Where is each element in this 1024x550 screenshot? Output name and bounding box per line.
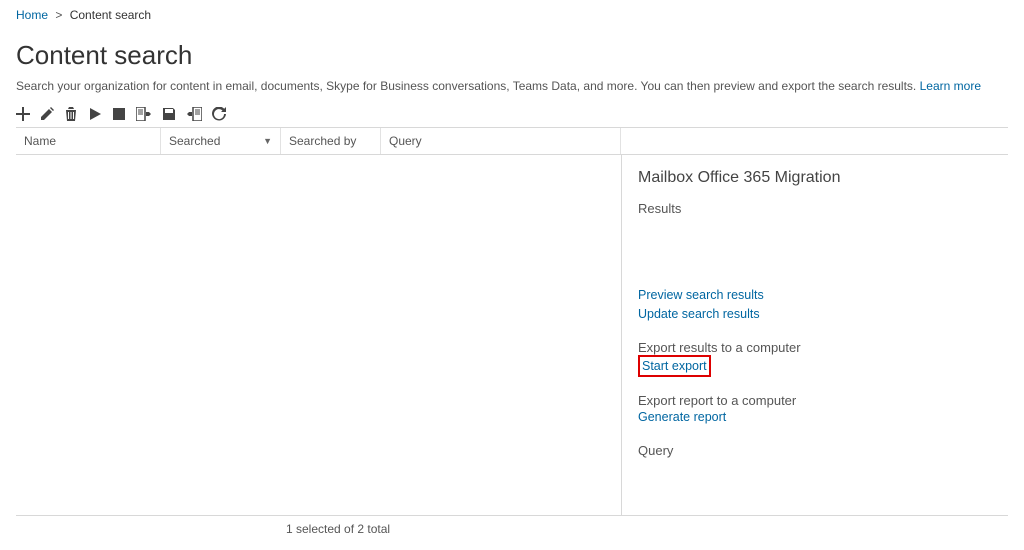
pencil-icon[interactable] [40,107,54,121]
export-results-label: Export results to a computer [638,340,992,355]
col-name[interactable]: Name [16,128,161,154]
generate-report-link[interactable]: Generate report [638,408,726,427]
learn-more-link[interactable]: Learn more [920,79,981,93]
play-icon[interactable] [88,107,102,121]
doc-left-icon[interactable] [186,107,202,121]
col-searched-label: Searched [169,134,220,148]
breadcrumb-home[interactable]: Home [16,8,48,22]
page-subtitle: Search your organization for content in … [16,79,1008,93]
add-icon[interactable] [16,107,30,121]
details-title: Mailbox Office 365 Migration [638,169,992,187]
details-results-label: Results [638,201,992,216]
start-export-link[interactable]: Start export [642,357,707,376]
col-searched-by[interactable]: Searched by [281,128,381,154]
details-pane: Mailbox Office 365 Migration Results Pre… [622,155,1008,515]
results-grid: Name Searched ▼ Searched by Query Mailbo… [16,127,1008,516]
list-pane[interactable] [16,155,622,515]
export-report-label: Export report to a computer [638,393,992,408]
subtitle-text: Search your organization for content in … [16,79,916,93]
update-search-results-link[interactable]: Update search results [638,305,760,324]
breadcrumb-current: Content search [70,8,151,22]
col-details-spacer [621,128,1008,154]
selection-status: 1 selected of 2 total [16,516,1008,536]
page-title: Content search [16,40,1008,71]
toolbar [16,105,1008,127]
stop-icon[interactable] [112,107,126,121]
query-section-label: Query [638,443,992,458]
chevron-down-icon[interactable]: ▼ [263,136,272,146]
preview-search-results-link[interactable]: Preview search results [638,286,764,305]
col-searched[interactable]: Searched ▼ [161,128,281,154]
col-name-label: Name [24,134,56,148]
grid-header: Name Searched ▼ Searched by Query [16,128,1008,155]
doc-right-icon[interactable] [136,107,152,121]
save-icon[interactable] [162,107,176,121]
refresh-icon[interactable] [212,107,226,121]
trash-icon[interactable] [64,107,78,121]
col-query-label: Query [389,134,422,148]
col-query[interactable]: Query [381,128,621,154]
breadcrumb: Home > Content search [16,8,1008,22]
col-by-label: Searched by [289,134,356,148]
breadcrumb-sep: > [55,8,62,22]
